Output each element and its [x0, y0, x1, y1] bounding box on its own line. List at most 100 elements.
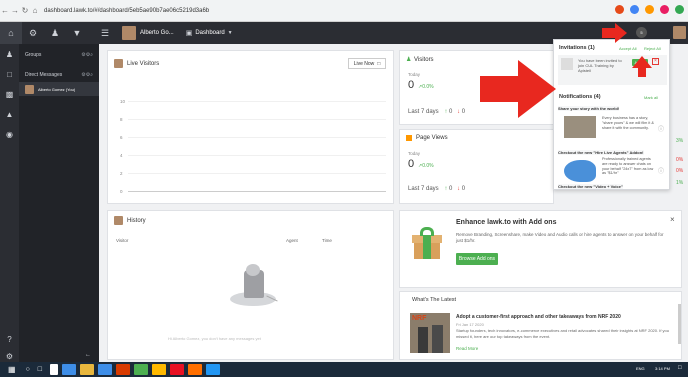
extension-icon[interactable] — [660, 5, 669, 14]
pageviews-icon — [406, 135, 412, 141]
pageviews-value: 0 — [408, 158, 415, 170]
taskbar-app-icon[interactable] — [62, 364, 77, 375]
card-title: Visitors — [414, 57, 434, 63]
left-rail: ♟ □ ▩ ▲ ◉ ? ⚙ — [0, 44, 19, 362]
info-icon[interactable]: ⓘ — [658, 166, 664, 175]
dashboard-icon[interactable]: ◉ — [0, 124, 19, 144]
extension-icon[interactable] — [615, 5, 624, 14]
notification-image — [564, 160, 596, 182]
stats-icon[interactable]: ▲ — [0, 104, 19, 124]
scrollbar[interactable] — [678, 304, 681, 344]
edge-value: 0% — [676, 157, 684, 163]
taskbar-app-icon[interactable] — [152, 364, 167, 375]
taskbar-app-icon[interactable] — [116, 364, 131, 375]
start-icon[interactable]: ▦ — [8, 365, 16, 374]
search-icon[interactable]: ○ — [26, 366, 30, 373]
dm-tools-icon[interactable]: ⚙⚙⌕ — [81, 72, 93, 78]
up-arrow-icon: ↑ — [444, 186, 448, 192]
taskbar-app-icon[interactable] — [80, 364, 95, 375]
gridline — [128, 101, 386, 102]
close-icon[interactable]: × — [670, 215, 675, 224]
dashboard-selector[interactable]: Dashboard — [195, 30, 224, 36]
back-icon[interactable]: ← — [0, 6, 10, 15]
history-icon — [114, 216, 123, 225]
notification-heading: Checkout the new "Hire Live Agents" Addo… — [558, 150, 644, 155]
live-visitors-card: Live Visitors Live Now □ 10 8 6 4 2 0 — [107, 50, 394, 204]
article-thumbnail[interactable]: NRF — [410, 313, 450, 353]
bell-icon[interactable]: 5 — [636, 27, 647, 38]
avatar[interactable] — [122, 26, 136, 40]
dashboard-icon: ▣ — [185, 30, 193, 37]
collapse-icon[interactable]: ← — [85, 352, 91, 358]
column-header: Agent — [286, 238, 298, 243]
today-label: Today — [408, 72, 421, 77]
article-date: Fri Jan 17 2020 — [456, 322, 484, 327]
info-icon[interactable]: ⓘ — [658, 124, 664, 133]
down-value: 0 — [461, 186, 466, 192]
groups-row[interactable]: Groups ⚙⚙⌕ — [19, 48, 99, 62]
y-tick: 2 — [120, 171, 123, 176]
mark-all-link[interactable]: Mark all — [644, 95, 658, 100]
visitors-icon: ♟ — [406, 57, 412, 63]
notification-item[interactable]: Every business has a story, "share yours… — [558, 114, 667, 144]
last7-label: Last 7 days — [408, 109, 439, 115]
address-bar[interactable]: dashboard.lawk.to/#/dashboard/5eb5ae90b7… — [44, 8, 209, 14]
agents-icon[interactable]: ♟ — [0, 44, 19, 64]
addons-title: Enhance lawk.to with Add ons — [456, 219, 557, 226]
live-visitors-icon — [114, 59, 123, 68]
latest-title: What's The Latest — [412, 297, 457, 303]
forward-icon[interactable]: → — [10, 6, 20, 15]
notification-text: Every business has a story, "share yours… — [602, 116, 654, 130]
browser-bar: ← → ↻ ⌂ dashboard.lawk.to/#/dashboard/5e… — [0, 0, 688, 22]
settings-icon[interactable]: ⚙ — [22, 22, 44, 44]
y-tick: 0 — [120, 189, 123, 194]
menu-icon[interactable]: ☰ — [94, 22, 116, 44]
reload-icon[interactable]: ↻ — [20, 6, 30, 15]
live-now-dropdown[interactable]: Live Now □ — [348, 58, 386, 69]
accept-all-link[interactable]: Accept All — [619, 46, 637, 51]
extension-icon[interactable] — [630, 5, 639, 14]
taskview-icon[interactable]: □ — [38, 366, 42, 373]
clock[interactable]: 3:14 PM — [655, 366, 670, 371]
reject-all-link[interactable]: Reject All — [644, 46, 661, 51]
agents-icon[interactable]: ♟ — [44, 22, 66, 44]
filter-icon[interactable]: ▼ — [66, 22, 88, 44]
direct-messages-row[interactable]: Direct Messages ⚙⚙⌕ — [19, 68, 99, 82]
taskbar-app-icon[interactable] — [206, 364, 221, 375]
invitation-text: You have been invited to join CUL Traini… — [578, 58, 622, 73]
notifications-title: Notifications (4) — [559, 94, 601, 100]
group-tools-icon[interactable]: ⚙⚙⌕ — [81, 52, 93, 58]
home-icon[interactable]: ⌂ — [30, 6, 40, 15]
chevron-down-icon[interactable]: ▼ — [228, 30, 233, 36]
reject-icon[interactable]: × — [652, 58, 659, 65]
taskbar-app-icon[interactable] — [170, 364, 185, 375]
up-arrow-icon: ↑ — [444, 109, 448, 115]
visitors-pct: ↗0.0% — [418, 84, 434, 90]
inbox-icon[interactable]: ▩ — [0, 84, 19, 104]
user-row[interactable]: Alberto Gomez (You) — [19, 82, 99, 96]
chat-icon[interactable]: □ — [0, 64, 19, 84]
empty-message: Hi Alberto Gomez, you don't have any mes… — [168, 336, 261, 341]
pageviews-card: Page Views Today 0 ↗0.0% Last 7 days ↑ 0… — [399, 129, 554, 204]
notification-item[interactable]: Professionally trained agents are ready … — [558, 157, 667, 183]
language-indicator[interactable]: ENG — [636, 366, 645, 371]
taskbar-app-icon[interactable] — [98, 364, 113, 375]
read-more-link[interactable]: Read More — [456, 346, 478, 351]
article-title[interactable]: Adopt a customer-first approach and othe… — [456, 314, 621, 320]
extension-icon[interactable] — [645, 5, 654, 14]
taskbar-app-icon[interactable] — [134, 364, 149, 375]
browse-addons-button[interactable]: Browse Add ons — [456, 253, 498, 265]
taskbar-app-icon[interactable] — [188, 364, 203, 375]
last7-label: Last 7 days — [408, 186, 439, 192]
up-value: 0 — [449, 186, 453, 192]
extension-icon[interactable] — [675, 5, 684, 14]
gridline — [128, 119, 386, 120]
avatar[interactable] — [673, 26, 686, 39]
home-icon[interactable]: ⌂ — [0, 22, 22, 44]
notification-count: 5 — [640, 30, 643, 35]
taskbar-app-icon[interactable] — [50, 364, 59, 375]
article-description: Startup founders, tech innovators, e-com… — [456, 328, 669, 339]
user-label: Alberto Gomez (You) — [38, 86, 76, 92]
notification-center-icon[interactable]: □ — [678, 365, 682, 371]
user-name[interactable]: Alberto Go... — [140, 30, 174, 36]
